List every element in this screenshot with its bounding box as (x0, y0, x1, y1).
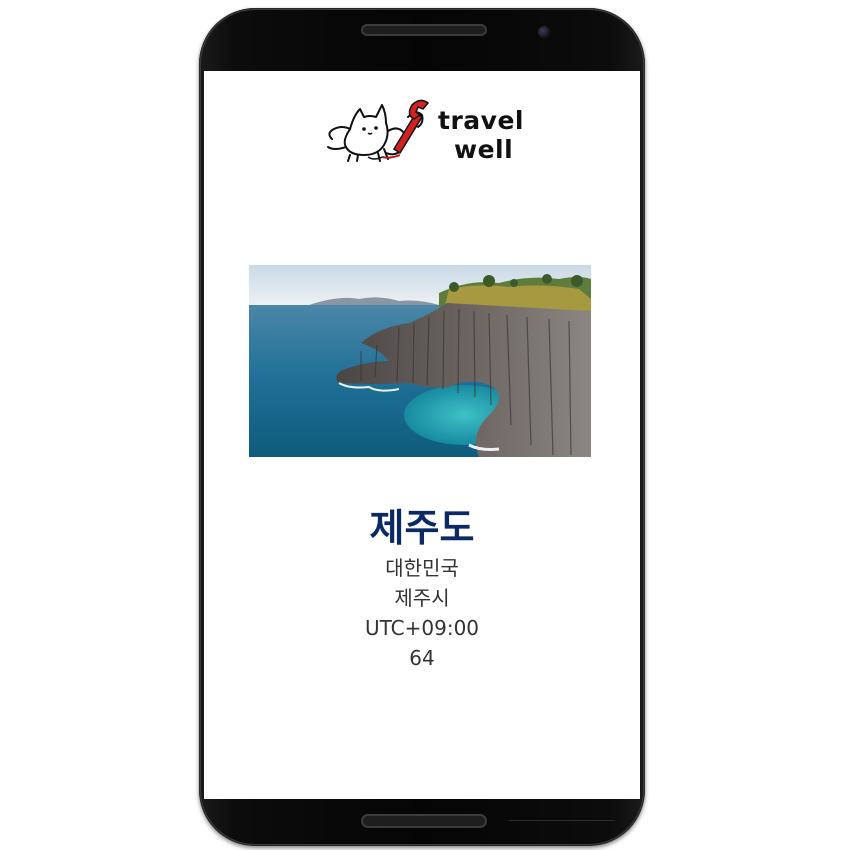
logo-text-well: well (454, 135, 514, 164)
destination-photo (249, 265, 591, 457)
destination-country: 대한민국 (385, 556, 459, 580)
destination-city: 제주시 (394, 586, 450, 610)
destination-info: 제주도 대한민국 제주시 UTC+09:00 64 (204, 503, 640, 673)
cat-with-wrench-icon (327, 99, 430, 162)
app-screen: travel well 제주도 대한민국 제주시 UTC+09:00 64 (204, 71, 640, 799)
front-camera-icon (538, 26, 550, 38)
bottom-edge-line (509, 820, 615, 821)
travelwell-logo[interactable]: travel well (324, 95, 529, 165)
destination-number: 64 (409, 646, 435, 670)
home-bar[interactable] (361, 814, 487, 828)
destination-timezone: UTC+09:00 (364, 616, 480, 640)
earpiece-speaker (361, 24, 487, 36)
destination-name: 제주도 (369, 506, 475, 550)
coastal-cliffs-image (249, 265, 591, 457)
logo-text-travel: travel (438, 106, 524, 135)
